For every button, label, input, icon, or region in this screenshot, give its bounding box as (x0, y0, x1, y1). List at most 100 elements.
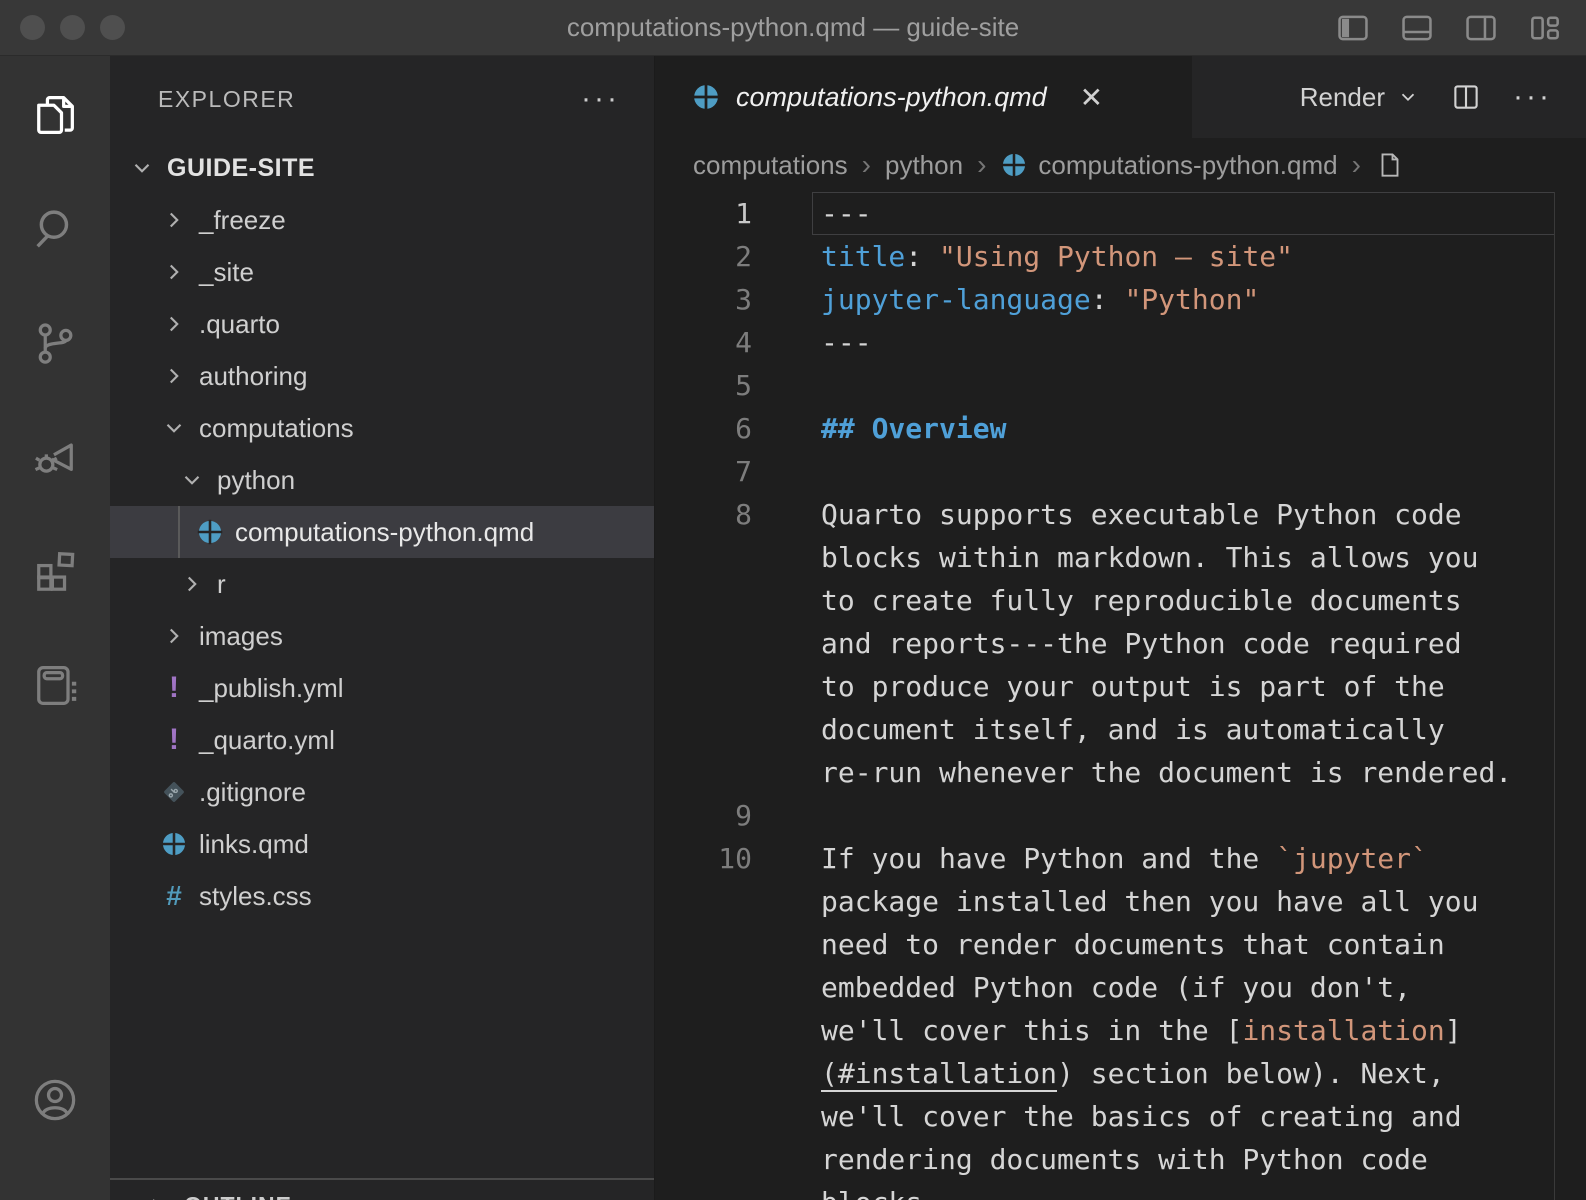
quarto-extension-icon[interactable] (29, 659, 81, 711)
tree-item-guide-site[interactable]: GUIDE-SITE (110, 142, 654, 194)
breadcrumb-label: computations-python.qmd (1038, 150, 1337, 181)
breadcrumb-computations[interactable]: computations (693, 150, 848, 181)
tree-indent-guide (178, 506, 180, 558)
quarto-file-icon (156, 830, 192, 858)
split-editor-icon[interactable] (1449, 80, 1483, 114)
tree-item-computations[interactable]: computations (110, 402, 654, 454)
line-number (655, 1095, 812, 1138)
run-and-debug-icon[interactable] (29, 431, 81, 483)
code-line: 3jupyter-language: "Python" (655, 278, 1586, 321)
search-icon[interactable] (29, 203, 81, 255)
tree-item-links-qmd[interactable]: links.qmd (110, 818, 654, 870)
sidebar-title: EXPLORER (158, 86, 295, 113)
tree-item-label: authoring (199, 361, 307, 392)
code-line: 9 (655, 794, 1586, 837)
tree-item-r[interactable]: r (110, 558, 654, 610)
code-line: blocks (655, 1181, 1586, 1200)
code-line: rendering documents with Python code (655, 1138, 1586, 1181)
window-controls (0, 15, 125, 40)
file-tree: GUIDE-SITE _freeze _site.quarto authoring co… (110, 142, 654, 1178)
code-line: need to render documents that contain (655, 923, 1586, 966)
line-number (655, 579, 812, 622)
chevron-right-icon (156, 259, 192, 285)
tab-bar: computations-python.qmd ✕ Render ··· (655, 56, 1586, 138)
tree-item-python[interactable]: python (110, 454, 654, 506)
css-file-icon: # (156, 880, 192, 912)
line-text (812, 364, 1555, 407)
line-text: title: "Using Python — site" (812, 235, 1555, 278)
tree-item-label: python (217, 465, 295, 496)
tree-item-label: styles.css (199, 881, 312, 912)
line-text: to create fully reproducible documents (812, 579, 1555, 622)
code-line: 7 (655, 450, 1586, 493)
render-button[interactable]: Render (1300, 82, 1419, 113)
code-line: re-run whenever the document is rendered… (655, 751, 1586, 794)
code-line: we'll cover this in the [installation] (655, 1009, 1586, 1052)
tree-item-label: _quarto.yml (199, 725, 335, 756)
tree-item-styles-css[interactable]: #styles.css (110, 870, 654, 922)
line-number (655, 1052, 812, 1095)
tab-computations-python[interactable]: computations-python.qmd ✕ (655, 56, 1192, 138)
tab-close-icon[interactable]: ✕ (1080, 81, 1103, 114)
source-control-icon[interactable] (29, 317, 81, 369)
code-line: we'll cover the basics of creating and (655, 1095, 1586, 1138)
chevron-down-icon (1397, 86, 1419, 108)
chevron-right-icon (156, 363, 192, 389)
tree-item-label: r (217, 569, 226, 600)
tree-item-computations-python-qmd[interactable]: computations-python.qmd (110, 506, 654, 558)
tree-item--site[interactable]: _site (110, 246, 654, 298)
tree-item--quarto-yml[interactable]: !_quarto.yml (110, 714, 654, 766)
line-text (812, 794, 1555, 837)
customize-layout-icon[interactable] (1526, 9, 1564, 47)
explorer-icon[interactable] (29, 89, 81, 141)
editor-scrollbar[interactable] (1554, 192, 1556, 1200)
explorer-more-actions-icon[interactable]: ··· (581, 89, 620, 109)
editor-more-actions-icon[interactable]: ··· (1513, 80, 1552, 114)
line-text: (#installation) section below). Next, (812, 1052, 1555, 1095)
line-number (655, 708, 812, 751)
code-line: 2title: "Using Python — site" (655, 235, 1586, 278)
toggle-primary-sidebar-icon[interactable] (1334, 9, 1372, 47)
tree-item--freeze[interactable]: _freeze (110, 194, 654, 246)
chevron-down-icon (156, 415, 192, 441)
line-text: we'll cover the basics of creating and (812, 1095, 1555, 1138)
line-number: 4 (655, 321, 812, 364)
tree-item-authoring[interactable]: authoring (110, 350, 654, 402)
code-editor[interactable]: 1---2title: "Using Python — site"3jupyte… (655, 192, 1586, 1200)
line-number (655, 1009, 812, 1052)
tree-item-label: _freeze (199, 205, 286, 236)
toggle-secondary-sidebar-icon[interactable] (1462, 9, 1500, 47)
toggle-panel-icon[interactable] (1398, 9, 1436, 47)
line-text: package installed then you have all you (812, 880, 1555, 923)
tab-label: computations-python.qmd (736, 82, 1047, 113)
zoom-window-button[interactable] (100, 15, 125, 40)
tree-item-label: computations-python.qmd (235, 517, 534, 548)
accounts-icon[interactable] (29, 1074, 81, 1126)
tree-item--publish-yml[interactable]: !_publish.yml (110, 662, 654, 714)
code-line: 10If you have Python and the `jupyter` (655, 837, 1586, 880)
line-number (655, 622, 812, 665)
settings-gear-icon[interactable] (29, 1194, 81, 1200)
quarto-file-icon (691, 82, 721, 112)
line-number (655, 966, 812, 1009)
line-number: 3 (655, 278, 812, 321)
breadcrumb-python[interactable]: python (885, 150, 963, 181)
extensions-icon[interactable] (29, 545, 81, 597)
line-text: to produce your output is part of the (812, 665, 1555, 708)
line-text: re-run whenever the document is rendered… (812, 751, 1555, 794)
line-text: rendering documents with Python code (812, 1138, 1555, 1181)
tree-item--quarto[interactable]: .quarto (110, 298, 654, 350)
yaml-file-icon: ! (156, 671, 192, 705)
line-text: we'll cover this in the [installation] (812, 1009, 1555, 1052)
activity-bar (0, 56, 110, 1200)
tree-item-images[interactable]: images (110, 610, 654, 662)
line-text: ## Overview (812, 407, 1555, 450)
minimize-window-button[interactable] (60, 15, 85, 40)
tree-item--gitignore[interactable]: .gitignore (110, 766, 654, 818)
close-window-button[interactable] (20, 15, 45, 40)
breadcrumb-file[interactable]: computations-python.qmd (1000, 150, 1337, 181)
explorer-sidebar: EXPLORER ··· GUIDE-SITE _freeze _site.quar… (110, 56, 655, 1200)
code-line: to create fully reproducible documents (655, 579, 1586, 622)
breadcrumb-label: python (885, 150, 963, 181)
outline-section[interactable]: OUTLINE (110, 1178, 654, 1200)
